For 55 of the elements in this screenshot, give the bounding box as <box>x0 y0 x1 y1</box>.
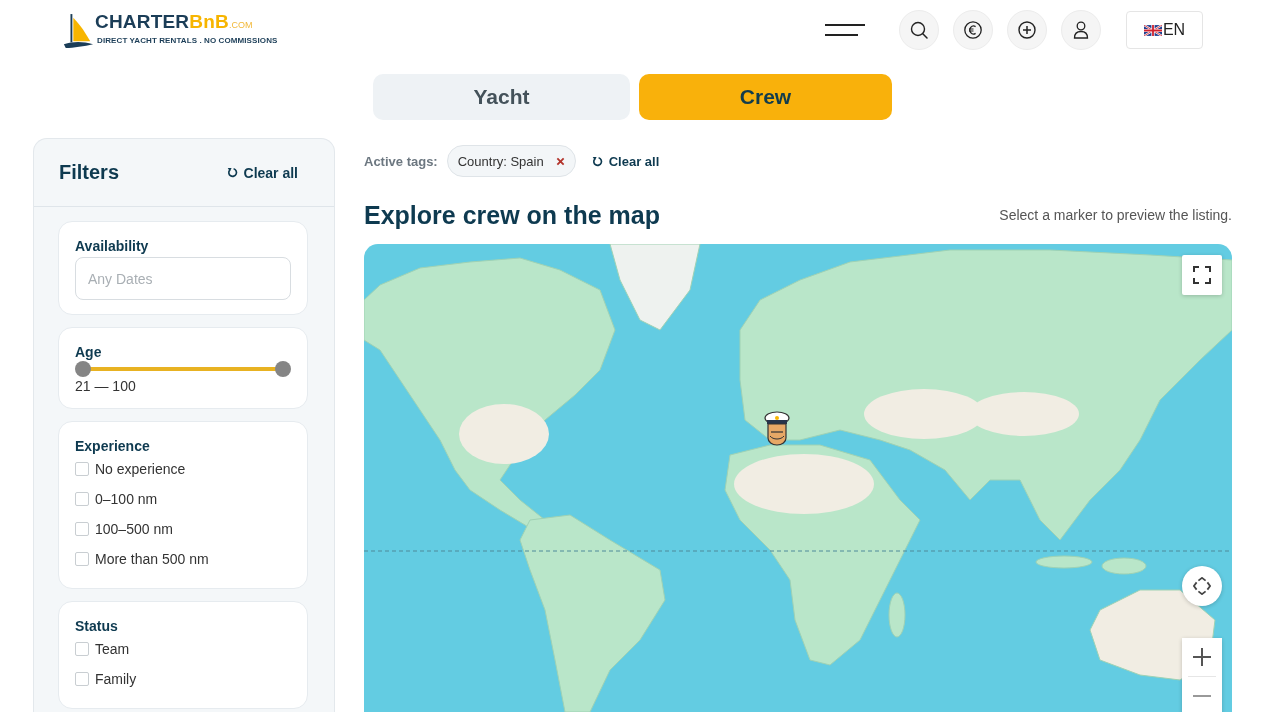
plus-icon <box>1193 648 1211 666</box>
menu-icon <box>825 24 865 36</box>
tab[interactable]: Crew <box>639 74 892 120</box>
option-label: More than 500 nm <box>95 551 209 567</box>
checkbox[interactable] <box>75 642 89 656</box>
checkbox[interactable] <box>75 492 89 506</box>
currency-button[interactable] <box>953 10 993 50</box>
checkbox[interactable] <box>75 672 89 686</box>
zoom-in-button[interactable] <box>1182 638 1222 676</box>
filter-title: Status <box>75 618 119 634</box>
add-button[interactable] <box>1007 10 1047 50</box>
sailboat-logo-icon <box>62 11 94 51</box>
refresh-icon <box>226 167 238 178</box>
euro-icon <box>964 21 982 39</box>
minus-icon <box>1193 695 1211 697</box>
account-button[interactable] <box>1061 10 1101 50</box>
checkbox[interactable] <box>75 522 89 536</box>
option-label: Team <box>95 641 130 657</box>
tag-label: Country: Spain <box>457 153 544 169</box>
logo-tagline: DIRECT YACHT RENTALS . NO COMMISSIONS <box>97 36 278 45</box>
language-button[interactable]: EN <box>1126 11 1203 49</box>
menu-button[interactable] <box>825 24 865 36</box>
clear-all-button[interactable]: Clear all <box>226 164 298 181</box>
slider-thumb[interactable] <box>275 361 291 377</box>
option-label: 0–100 nm <box>95 491 158 507</box>
flag-icon <box>1143 24 1162 36</box>
fullscreen-button[interactable] <box>1182 255 1222 295</box>
tab[interactable]: Yacht <box>373 74 630 120</box>
filter-title: Availability <box>75 238 150 254</box>
close-icon <box>555 156 565 166</box>
checkbox[interactable] <box>75 552 89 566</box>
option-label: No experience <box>95 461 186 477</box>
option-label: 100–500 nm <box>95 521 173 537</box>
refresh-icon <box>591 155 603 167</box>
filter-title: Experience <box>75 438 151 454</box>
slider-thumb[interactable] <box>75 361 91 377</box>
filters-title: Filters <box>59 161 120 184</box>
fullscreen-icon <box>1193 266 1211 284</box>
crew-marker-icon[interactable] <box>762 410 792 446</box>
option-label: Family <box>95 671 137 687</box>
logo-wordmark: CHARTERBnB.COM <box>95 11 254 34</box>
remove-tag-button[interactable] <box>555 156 565 166</box>
checkbox[interactable] <box>75 462 89 476</box>
user-icon <box>1072 21 1090 39</box>
search-button[interactable] <box>899 10 939 50</box>
date-field[interactable]: Any Dates <box>75 257 291 300</box>
clear-all-button[interactable]: Clear all <box>591 153 660 169</box>
range-reading: 21 — 100 <box>75 378 137 394</box>
filter-title: Age <box>75 344 103 360</box>
plus-circle-icon <box>1018 21 1036 39</box>
section-heading: Explore crew on the map <box>364 200 660 230</box>
map-hint: Select a marker to preview the listing. <box>999 207 1232 223</box>
pan-arrows-icon <box>1193 577 1211 595</box>
search-icon <box>910 21 928 39</box>
active-tags-label: Active tags: <box>364 153 438 169</box>
